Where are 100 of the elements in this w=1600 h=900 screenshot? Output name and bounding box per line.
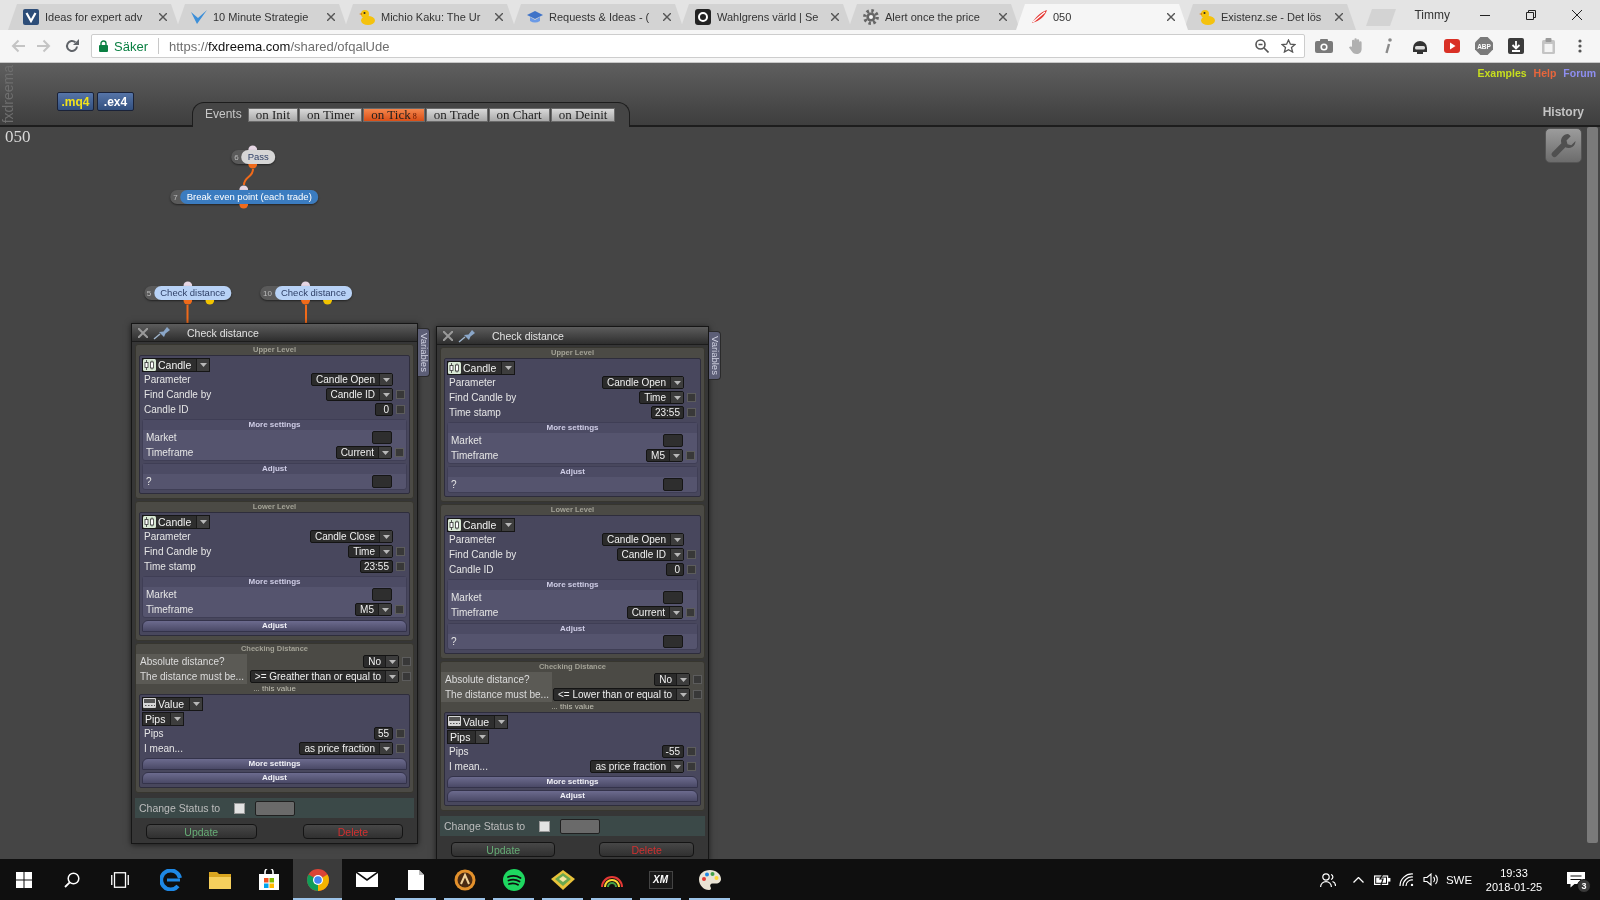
browser-tab[interactable]: Michio Kaku: The Ur — [344, 4, 516, 30]
number-field[interactable]: 23:55 — [359, 560, 393, 573]
unit-dropdown[interactable]: Pips — [447, 729, 490, 744]
checkbox[interactable] — [692, 690, 702, 699]
side-tab[interactable]: Variables — [709, 331, 721, 380]
input-field[interactable] — [663, 434, 683, 447]
group-header[interactable]: More settings — [143, 577, 406, 587]
export-button[interactable]: .mq4 — [57, 92, 94, 111]
close-icon[interactable] — [1572, 10, 1582, 20]
event-tab[interactable]: on Deinit — [550, 108, 616, 122]
event-tab[interactable]: on Chart — [488, 108, 550, 122]
input-field[interactable] — [663, 635, 683, 648]
group-header[interactable]: Adjust — [143, 464, 406, 474]
dropdown[interactable]: Current — [626, 606, 683, 619]
event-tab[interactable]: on Tick 8 — [363, 108, 425, 122]
number-field[interactable]: 0 — [666, 563, 684, 576]
address-field[interactable]: Säker https://fxdreema.com/shared/ofqalUde — [91, 34, 1305, 58]
checkbox[interactable] — [401, 657, 411, 666]
group-header[interactable]: More settings — [448, 580, 697, 590]
play-icon[interactable] — [1444, 39, 1460, 53]
browser-tab[interactable]: Ideas for expert adv — [8, 4, 180, 30]
dropdown[interactable]: as price fraction — [590, 760, 684, 773]
update-button[interactable]: Update — [451, 842, 556, 857]
export-button[interactable]: .ex4 — [97, 92, 134, 111]
event-tab[interactable]: on Init — [247, 108, 298, 122]
block-type-dropdown[interactable]: Candle — [142, 514, 211, 529]
checkbox[interactable] — [686, 762, 696, 771]
flow-node[interactable]: 7 Break even point (each trade) — [170, 190, 318, 204]
pin-icon[interactable] — [153, 325, 171, 340]
checkbox[interactable] — [401, 672, 411, 681]
input-field[interactable] — [372, 475, 392, 488]
status-field[interactable] — [255, 800, 296, 816]
speaker-icon[interactable] — [1422, 873, 1438, 886]
dropdown[interactable]: Candle Open — [602, 533, 684, 546]
checkbox[interactable] — [395, 729, 405, 738]
group-header[interactable]: Adjust — [448, 467, 697, 477]
tools-button[interactable] — [1545, 128, 1582, 163]
checkbox[interactable] — [686, 550, 696, 559]
dropdown[interactable]: Time — [348, 545, 393, 558]
checkbox[interactable] — [539, 820, 551, 832]
browser-tab[interactable]: Requests & Ideas - ( — [512, 4, 684, 30]
menu-icon[interactable] — [1578, 39, 1582, 53]
number-field[interactable]: -55 — [661, 745, 684, 758]
minimize-icon[interactable] — [1480, 14, 1490, 16]
update-button[interactable]: Update — [146, 824, 257, 839]
search-icon[interactable] — [64, 871, 80, 888]
dropdown[interactable]: as price fraction — [299, 742, 393, 755]
profile-name[interactable]: Timmy — [1414, 8, 1450, 22]
checkbox[interactable] — [395, 744, 405, 753]
checkbox[interactable] — [685, 451, 695, 460]
star-icon[interactable] — [1281, 39, 1296, 53]
input-field[interactable] — [663, 591, 683, 604]
checkbox[interactable] — [692, 675, 702, 684]
checkbox[interactable] — [686, 408, 696, 417]
pin-icon[interactable] — [458, 328, 476, 343]
number-field[interactable]: 23:55 — [650, 406, 684, 419]
clock-time[interactable]: 19:33 — [1500, 866, 1528, 879]
status-field[interactable] — [560, 818, 601, 834]
checkbox[interactable] — [686, 565, 696, 574]
input-field[interactable] — [372, 431, 392, 444]
number-field[interactable]: 55 — [373, 727, 393, 740]
browser-tab[interactable]: Alert once the price — [848, 4, 1020, 30]
browser-tab[interactable]: 10 Minute Strategie — [176, 4, 348, 30]
reload-icon[interactable] — [65, 39, 79, 53]
group-header[interactable]: Adjust — [447, 790, 698, 802]
block-type-dropdown[interactable]: Candle — [447, 517, 516, 532]
dropdown[interactable]: Candle ID — [325, 388, 393, 401]
scrollbar-thumb[interactable] — [1587, 127, 1598, 843]
download-icon[interactable] — [1508, 38, 1524, 54]
browser-tab[interactable]: 050 — [1016, 4, 1188, 30]
dropdown[interactable]: No — [363, 655, 399, 668]
windows-logo-icon[interactable] — [16, 871, 32, 888]
flow-node[interactable]: 5 Check distance — [143, 286, 232, 300]
side-tab[interactable]: Variables — [418, 328, 430, 377]
dropdown[interactable]: Time — [639, 391, 684, 404]
caret-up-icon[interactable] — [1352, 876, 1364, 883]
input-field[interactable] — [663, 478, 683, 491]
restore-icon[interactable] — [1526, 10, 1536, 20]
checkbox[interactable] — [394, 605, 404, 614]
dropdown[interactable]: Current — [335, 446, 392, 459]
group-header[interactable]: More settings — [448, 423, 697, 433]
event-tab[interactable]: on Timer — [299, 108, 363, 122]
block-type-dropdown[interactable]: Candle — [447, 360, 516, 375]
block-type-dropdown[interactable]: Value — [142, 696, 204, 711]
dropdown[interactable]: No — [654, 673, 690, 686]
dropdown[interactable]: <= Lower than or equal to — [553, 688, 690, 701]
taskbar-app[interactable]: XM — [636, 859, 685, 900]
checkbox[interactable] — [685, 608, 695, 617]
info-icon[interactable] — [1384, 38, 1392, 54]
camera-icon[interactable] — [1315, 39, 1333, 53]
checkbox[interactable] — [395, 405, 405, 414]
dropdown[interactable]: Candle Open — [311, 373, 393, 386]
group-header[interactable]: Adjust — [142, 772, 407, 784]
dropdown[interactable]: Candle Close — [309, 530, 393, 543]
people-icon[interactable] — [1320, 871, 1336, 888]
checkbox[interactable] — [394, 448, 404, 457]
group-header[interactable]: Adjust — [448, 624, 697, 634]
unit-dropdown[interactable]: Pips — [142, 711, 185, 726]
group-header[interactable]: More settings — [143, 420, 406, 430]
browser-tab[interactable]: Existenz.se - Det lös — [1184, 4, 1356, 30]
